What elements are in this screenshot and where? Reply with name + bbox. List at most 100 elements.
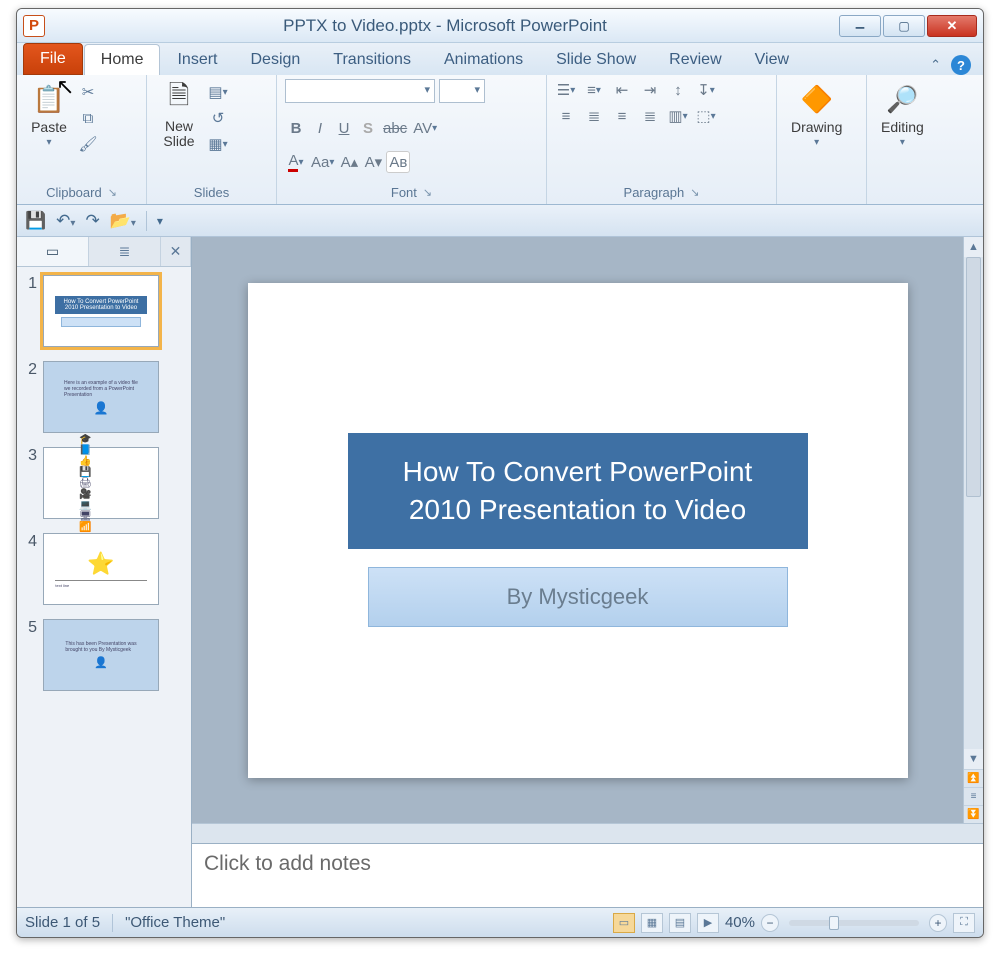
paragraph-launcher-icon[interactable]: ↘ bbox=[690, 186, 699, 199]
grow-font-button[interactable]: A▴ bbox=[338, 151, 360, 173]
nav-menu-icon[interactable]: ≡ bbox=[964, 787, 983, 805]
layout-icon[interactable]: ▤▾ bbox=[209, 83, 227, 101]
tab-view[interactable]: View bbox=[739, 45, 805, 75]
sorter-view-icon[interactable]: ▦ bbox=[641, 913, 663, 933]
strikethrough-button[interactable]: abc bbox=[381, 117, 409, 139]
smartart-button[interactable]: ⬚▾ bbox=[695, 105, 717, 127]
zoom-out-button[interactable]: − bbox=[761, 914, 779, 932]
clipboard-group-label: Clipboard bbox=[46, 185, 102, 200]
align-right-button[interactable]: ≡ bbox=[611, 105, 633, 127]
slide-panel: ▭ ≣ ✕ 1 How To Convert PowerPoint2010 Pr… bbox=[17, 237, 192, 907]
slides-group-label: Slides bbox=[194, 185, 229, 200]
clipboard-launcher-icon[interactable]: ↘ bbox=[108, 186, 117, 199]
open-icon[interactable]: 📂▾ bbox=[110, 211, 136, 231]
editing-button[interactable]: 🔎 Editing ▾ bbox=[875, 79, 930, 150]
reading-view-icon[interactable]: ▤ bbox=[669, 913, 691, 933]
cut-icon[interactable]: ✂ bbox=[79, 83, 97, 101]
outline-tab-icon[interactable]: ≣ bbox=[89, 237, 161, 266]
italic-button[interactable]: I bbox=[309, 117, 331, 139]
justify-button[interactable]: ≣ bbox=[639, 105, 661, 127]
save-icon[interactable]: 💾 bbox=[25, 211, 46, 231]
line-spacing-button[interactable]: ↕ bbox=[667, 79, 689, 101]
bullets-button[interactable]: ☰▾ bbox=[555, 79, 577, 101]
bold-button[interactable]: B bbox=[285, 117, 307, 139]
decrease-indent-button[interactable]: ⇤ bbox=[611, 79, 633, 101]
font-family-select[interactable] bbox=[285, 79, 435, 103]
thumb-number: 5 bbox=[23, 619, 37, 637]
change-case-button[interactable]: Aa▾ bbox=[309, 151, 336, 173]
slide-subtitle[interactable]: By Mysticgeek bbox=[368, 567, 788, 627]
chevron-down-icon: ▾ bbox=[814, 137, 819, 148]
find-icon: 🔎 bbox=[884, 81, 920, 117]
underline-button[interactable]: U bbox=[333, 117, 355, 139]
tab-design[interactable]: Design bbox=[234, 45, 316, 75]
font-group-label: Font bbox=[391, 185, 417, 200]
tab-transitions[interactable]: Transitions bbox=[317, 45, 427, 75]
new-slide-icon: 🗎 bbox=[161, 81, 197, 117]
panel-tabs: ▭ ≣ ✕ bbox=[17, 237, 191, 267]
shadow-button[interactable]: S bbox=[357, 117, 379, 139]
increase-indent-button[interactable]: ⇥ bbox=[639, 79, 661, 101]
tab-slideshow[interactable]: Slide Show bbox=[540, 45, 652, 75]
drawing-button[interactable]: 🔶 Drawing ▾ bbox=[785, 79, 848, 150]
slide-canvas[interactable]: How To Convert PowerPoint 2010 Presentat… bbox=[192, 237, 963, 823]
slide-thumbnail[interactable]: 🎓📘👍💾🖨🎥💻🖥📶 bbox=[43, 447, 159, 519]
editing-label: Editing bbox=[881, 119, 924, 135]
copy-icon[interactable]: ⧉ bbox=[79, 109, 97, 127]
align-center-button[interactable]: ≣ bbox=[583, 105, 605, 127]
zoom-in-button[interactable]: + bbox=[929, 914, 947, 932]
numbering-button[interactable]: ≡▾ bbox=[583, 79, 605, 101]
tab-review[interactable]: Review bbox=[653, 45, 737, 75]
group-slides: 🗎 New Slide ▤▾ ↺ ▦▾ Slides bbox=[147, 75, 277, 204]
minimize-ribbon-icon[interactable]: ⌃ bbox=[930, 57, 941, 73]
reset-icon[interactable]: ↺ bbox=[209, 109, 227, 127]
prev-slide-icon[interactable]: ⏫ bbox=[964, 769, 983, 787]
chevron-down-icon: ▾ bbox=[900, 137, 905, 148]
slide-thumbnail[interactable]: ⭐text line bbox=[43, 533, 159, 605]
slide-thumbnail[interactable]: Here is an example of a video filewe rec… bbox=[43, 361, 159, 433]
next-slide-icon[interactable]: ⏬ bbox=[964, 805, 983, 823]
separator bbox=[146, 211, 147, 231]
tab-home[interactable]: Home bbox=[84, 44, 161, 75]
paste-button[interactable]: 📋 Paste ▾ bbox=[25, 79, 73, 150]
format-painter-icon[interactable]: 🖌 bbox=[79, 135, 97, 153]
slide-title[interactable]: How To Convert PowerPoint 2010 Presentat… bbox=[348, 433, 808, 549]
char-spacing-button[interactable]: AV▾ bbox=[411, 117, 439, 139]
slide-thumbnail[interactable]: This has been Presentation wasbrought to… bbox=[43, 619, 159, 691]
slide-thumbnail[interactable]: How To Convert PowerPoint2010 Presentati… bbox=[43, 275, 159, 347]
text-direction-button[interactable]: ↧▾ bbox=[695, 79, 717, 101]
tab-insert[interactable]: Insert bbox=[161, 45, 233, 75]
slides-tab-icon[interactable]: ▭ bbox=[17, 237, 89, 266]
normal-view-icon[interactable]: ▭ bbox=[613, 913, 635, 933]
slideshow-view-icon[interactable]: ▶ bbox=[697, 913, 719, 933]
maximize-button[interactable] bbox=[883, 15, 925, 37]
font-launcher-icon[interactable]: ↘ bbox=[423, 186, 432, 199]
align-left-button[interactable]: ≡ bbox=[555, 105, 577, 127]
scroll-down-icon[interactable]: ▼ bbox=[964, 749, 983, 769]
clear-format-button[interactable]: Aʙ bbox=[386, 151, 410, 173]
close-panel-icon[interactable]: ✕ bbox=[161, 237, 191, 266]
font-size-select[interactable] bbox=[439, 79, 485, 103]
fit-to-window-icon[interactable]: ⛶ bbox=[953, 913, 975, 933]
vertical-scrollbar[interactable]: ▲ ▼ ⏫ ≡ ⏬ bbox=[963, 237, 983, 823]
help-icon[interactable]: ? bbox=[951, 55, 971, 75]
minimize-button[interactable] bbox=[839, 15, 881, 37]
notes-pane[interactable]: Click to add notes bbox=[192, 843, 983, 907]
close-button[interactable] bbox=[927, 15, 977, 37]
horizontal-scrollbar[interactable] bbox=[192, 823, 983, 843]
new-slide-button[interactable]: 🗎 New Slide bbox=[155, 79, 203, 152]
scrollbar-thumb[interactable] bbox=[966, 257, 981, 497]
undo-icon[interactable]: ↶▾ bbox=[56, 211, 75, 231]
columns-button[interactable]: ▥▾ bbox=[667, 105, 689, 127]
tab-animations[interactable]: Animations bbox=[428, 45, 539, 75]
tab-file[interactable]: File bbox=[23, 43, 83, 75]
redo-icon[interactable]: ↷ bbox=[85, 211, 99, 231]
section-icon[interactable]: ▦▾ bbox=[209, 135, 227, 153]
shrink-font-button[interactable]: A▾ bbox=[362, 151, 384, 173]
font-color-button[interactable]: A▾ bbox=[285, 151, 307, 173]
zoom-slider-knob[interactable] bbox=[829, 916, 839, 930]
customize-qat-icon[interactable]: ▾ bbox=[157, 214, 163, 228]
editor-area: How To Convert PowerPoint 2010 Presentat… bbox=[192, 237, 983, 907]
scroll-up-icon[interactable]: ▲ bbox=[964, 237, 983, 257]
zoom-slider[interactable] bbox=[789, 920, 919, 926]
